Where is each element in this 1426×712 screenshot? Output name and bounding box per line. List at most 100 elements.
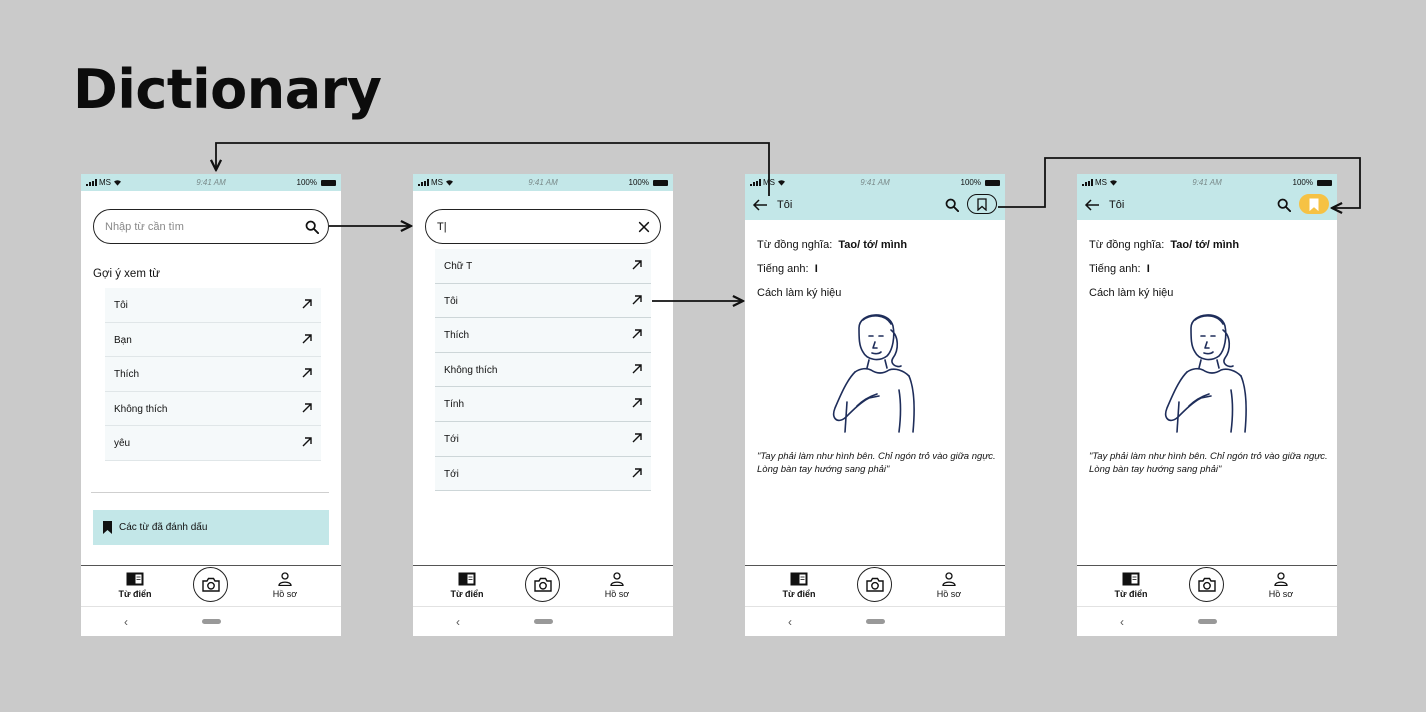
back-arrow-icon[interactable] — [751, 197, 769, 213]
list-item[interactable]: Thích — [105, 357, 321, 392]
battery-icon — [1317, 179, 1332, 186]
arrow-up-right-icon — [302, 333, 312, 344]
sign-caption: "Tay phải làm như hình bên. Chỉ ngón trỏ… — [757, 451, 996, 475]
nav-profile[interactable]: Hồ sơ — [917, 572, 981, 599]
system-back-icon[interactable]: ‹ — [1120, 615, 1124, 629]
search-value: T| — [437, 221, 447, 233]
camera-button[interactable] — [525, 567, 560, 602]
user-icon — [942, 572, 956, 586]
battery-icon — [985, 179, 1000, 186]
list-item[interactable]: Tính — [435, 387, 651, 422]
system-home-pill[interactable] — [866, 619, 885, 624]
synonym-row: Từ đồng nghĩa: Tao/ tớ/ mình — [1089, 239, 1240, 251]
bookmarked-words-label: Các từ đã đánh dấu — [119, 522, 208, 533]
app-bar: Tôi — [745, 191, 1005, 220]
arrow-up-right-icon — [632, 467, 642, 478]
system-home-pill[interactable] — [202, 619, 221, 624]
suggestions-heading: Gợi ý xem từ — [93, 268, 160, 280]
camera-button[interactable] — [857, 567, 892, 602]
camera-button[interactable] — [193, 567, 228, 602]
result-list: Chữ T Tôi Thích Không thích Tính Tới Tới — [435, 249, 651, 492]
english-row: Tiếng anh: I — [1089, 263, 1150, 275]
status-bar: MS 9:41 AM 100% — [745, 174, 1005, 191]
nav-dictionary[interactable]: Từ điển — [1099, 572, 1163, 599]
search-input[interactable]: T| — [425, 209, 661, 244]
battery-icon — [653, 179, 668, 186]
nav-dictionary[interactable]: Từ điển — [767, 572, 831, 599]
camera-icon — [201, 577, 220, 592]
howto-heading: Cách làm ký hiệu — [757, 287, 842, 299]
arrow-up-right-icon — [302, 299, 312, 309]
arrow-up-right-icon — [632, 260, 642, 270]
nav-profile[interactable]: Hồ sơ — [1249, 572, 1313, 599]
sign-caption: "Tay phải làm như hình bên. Chỉ ngón trỏ… — [1089, 451, 1328, 475]
phone-screen-word-detail: MS 9:41 AM 100% Tôi Từ đồng nghĩa: Tao/ … — [745, 174, 1005, 636]
search-placeholder: Nhập từ cần tìm — [105, 221, 184, 233]
battery-percent: 100% — [628, 178, 649, 187]
system-nav: ‹ — [1077, 606, 1337, 636]
arrow-up-right-icon — [632, 329, 642, 339]
battery-percent: 100% — [960, 178, 981, 187]
bottom-nav: Từ điển Hồ sơ — [413, 565, 673, 606]
user-icon — [1274, 572, 1288, 586]
bookmark-outline-icon — [977, 197, 987, 211]
battery-percent: 100% — [1292, 178, 1313, 187]
system-home-pill[interactable] — [1198, 619, 1217, 624]
search-icon[interactable] — [945, 198, 959, 212]
list-item[interactable]: Tôi — [105, 288, 321, 323]
list-item[interactable]: Không thích — [435, 353, 651, 388]
system-nav: ‹ — [81, 606, 341, 636]
system-home-pill[interactable] — [534, 619, 553, 624]
list-item[interactable]: Tới — [435, 457, 651, 492]
bookmark-button-active[interactable] — [1299, 194, 1329, 214]
phone-screen-search-results: MS 9:41 AM 100% T| Chữ T Tôi Thích Không… — [413, 174, 673, 636]
list-item[interactable]: Tới — [435, 422, 651, 457]
battery-icon — [321, 179, 336, 186]
list-item[interactable]: Thích — [435, 318, 651, 353]
search-input[interactable]: Nhập từ cần tìm — [93, 209, 329, 244]
status-bar: MS 9:41 AM 100% — [81, 174, 341, 191]
system-back-icon[interactable]: ‹ — [456, 615, 460, 629]
status-bar: MS 9:41 AM 100% — [413, 174, 673, 191]
english-row: Tiếng anh: I — [757, 263, 818, 275]
camera-icon — [533, 577, 552, 592]
list-item[interactable]: Không thích — [105, 392, 321, 427]
system-back-icon[interactable]: ‹ — [124, 615, 128, 629]
synonym-row: Từ đồng nghĩa: Tao/ tớ/ mình — [757, 239, 908, 251]
bookmark-button[interactable] — [967, 194, 997, 214]
search-icon[interactable] — [305, 220, 319, 234]
back-arrow-icon[interactable] — [1083, 197, 1101, 213]
bookmark-filled-icon — [1309, 198, 1319, 211]
bottom-nav: Từ điển Hồ sơ — [1077, 565, 1337, 606]
book-icon — [1122, 572, 1140, 586]
arrow-up-right-icon — [302, 437, 312, 447]
nav-dictionary[interactable]: Từ điển — [435, 572, 499, 599]
bottom-nav: Từ điển Hồ sơ — [745, 565, 1005, 606]
sign-illustration — [832, 314, 915, 433]
list-item[interactable]: Tôi — [435, 284, 651, 319]
sign-illustration — [1164, 314, 1247, 433]
divider — [91, 492, 329, 493]
status-bar: MS 9:41 AM 100% — [1077, 174, 1337, 191]
arrow-up-right-icon — [632, 364, 642, 374]
nav-profile[interactable]: Hồ sơ — [253, 572, 317, 599]
book-icon — [126, 572, 144, 586]
camera-button[interactable] — [1189, 567, 1224, 602]
system-nav: ‹ — [745, 606, 1005, 636]
list-item[interactable]: Chữ T — [435, 249, 651, 284]
nav-dictionary[interactable]: Từ điển — [103, 572, 167, 599]
list-item[interactable]: Bạn — [105, 323, 321, 358]
phone-screen-dictionary-home: MS 9:41 AM 100% Nhập từ cần tìm Gợi ý xe… — [81, 174, 341, 636]
detail-title: Tôi — [1109, 199, 1125, 211]
arrow-up-right-icon — [632, 433, 642, 443]
bookmarked-words-button[interactable]: Các từ đã đánh dấu — [93, 510, 329, 545]
system-back-icon[interactable]: ‹ — [788, 615, 792, 629]
user-icon — [610, 572, 624, 586]
close-icon[interactable] — [637, 220, 651, 234]
list-item[interactable]: yêu — [105, 426, 321, 461]
search-icon[interactable] — [1277, 198, 1291, 212]
app-bar: Tôi — [1077, 191, 1337, 220]
system-nav: ‹ — [413, 606, 673, 636]
camera-icon — [1197, 577, 1216, 592]
nav-profile[interactable]: Hồ sơ — [585, 572, 649, 599]
